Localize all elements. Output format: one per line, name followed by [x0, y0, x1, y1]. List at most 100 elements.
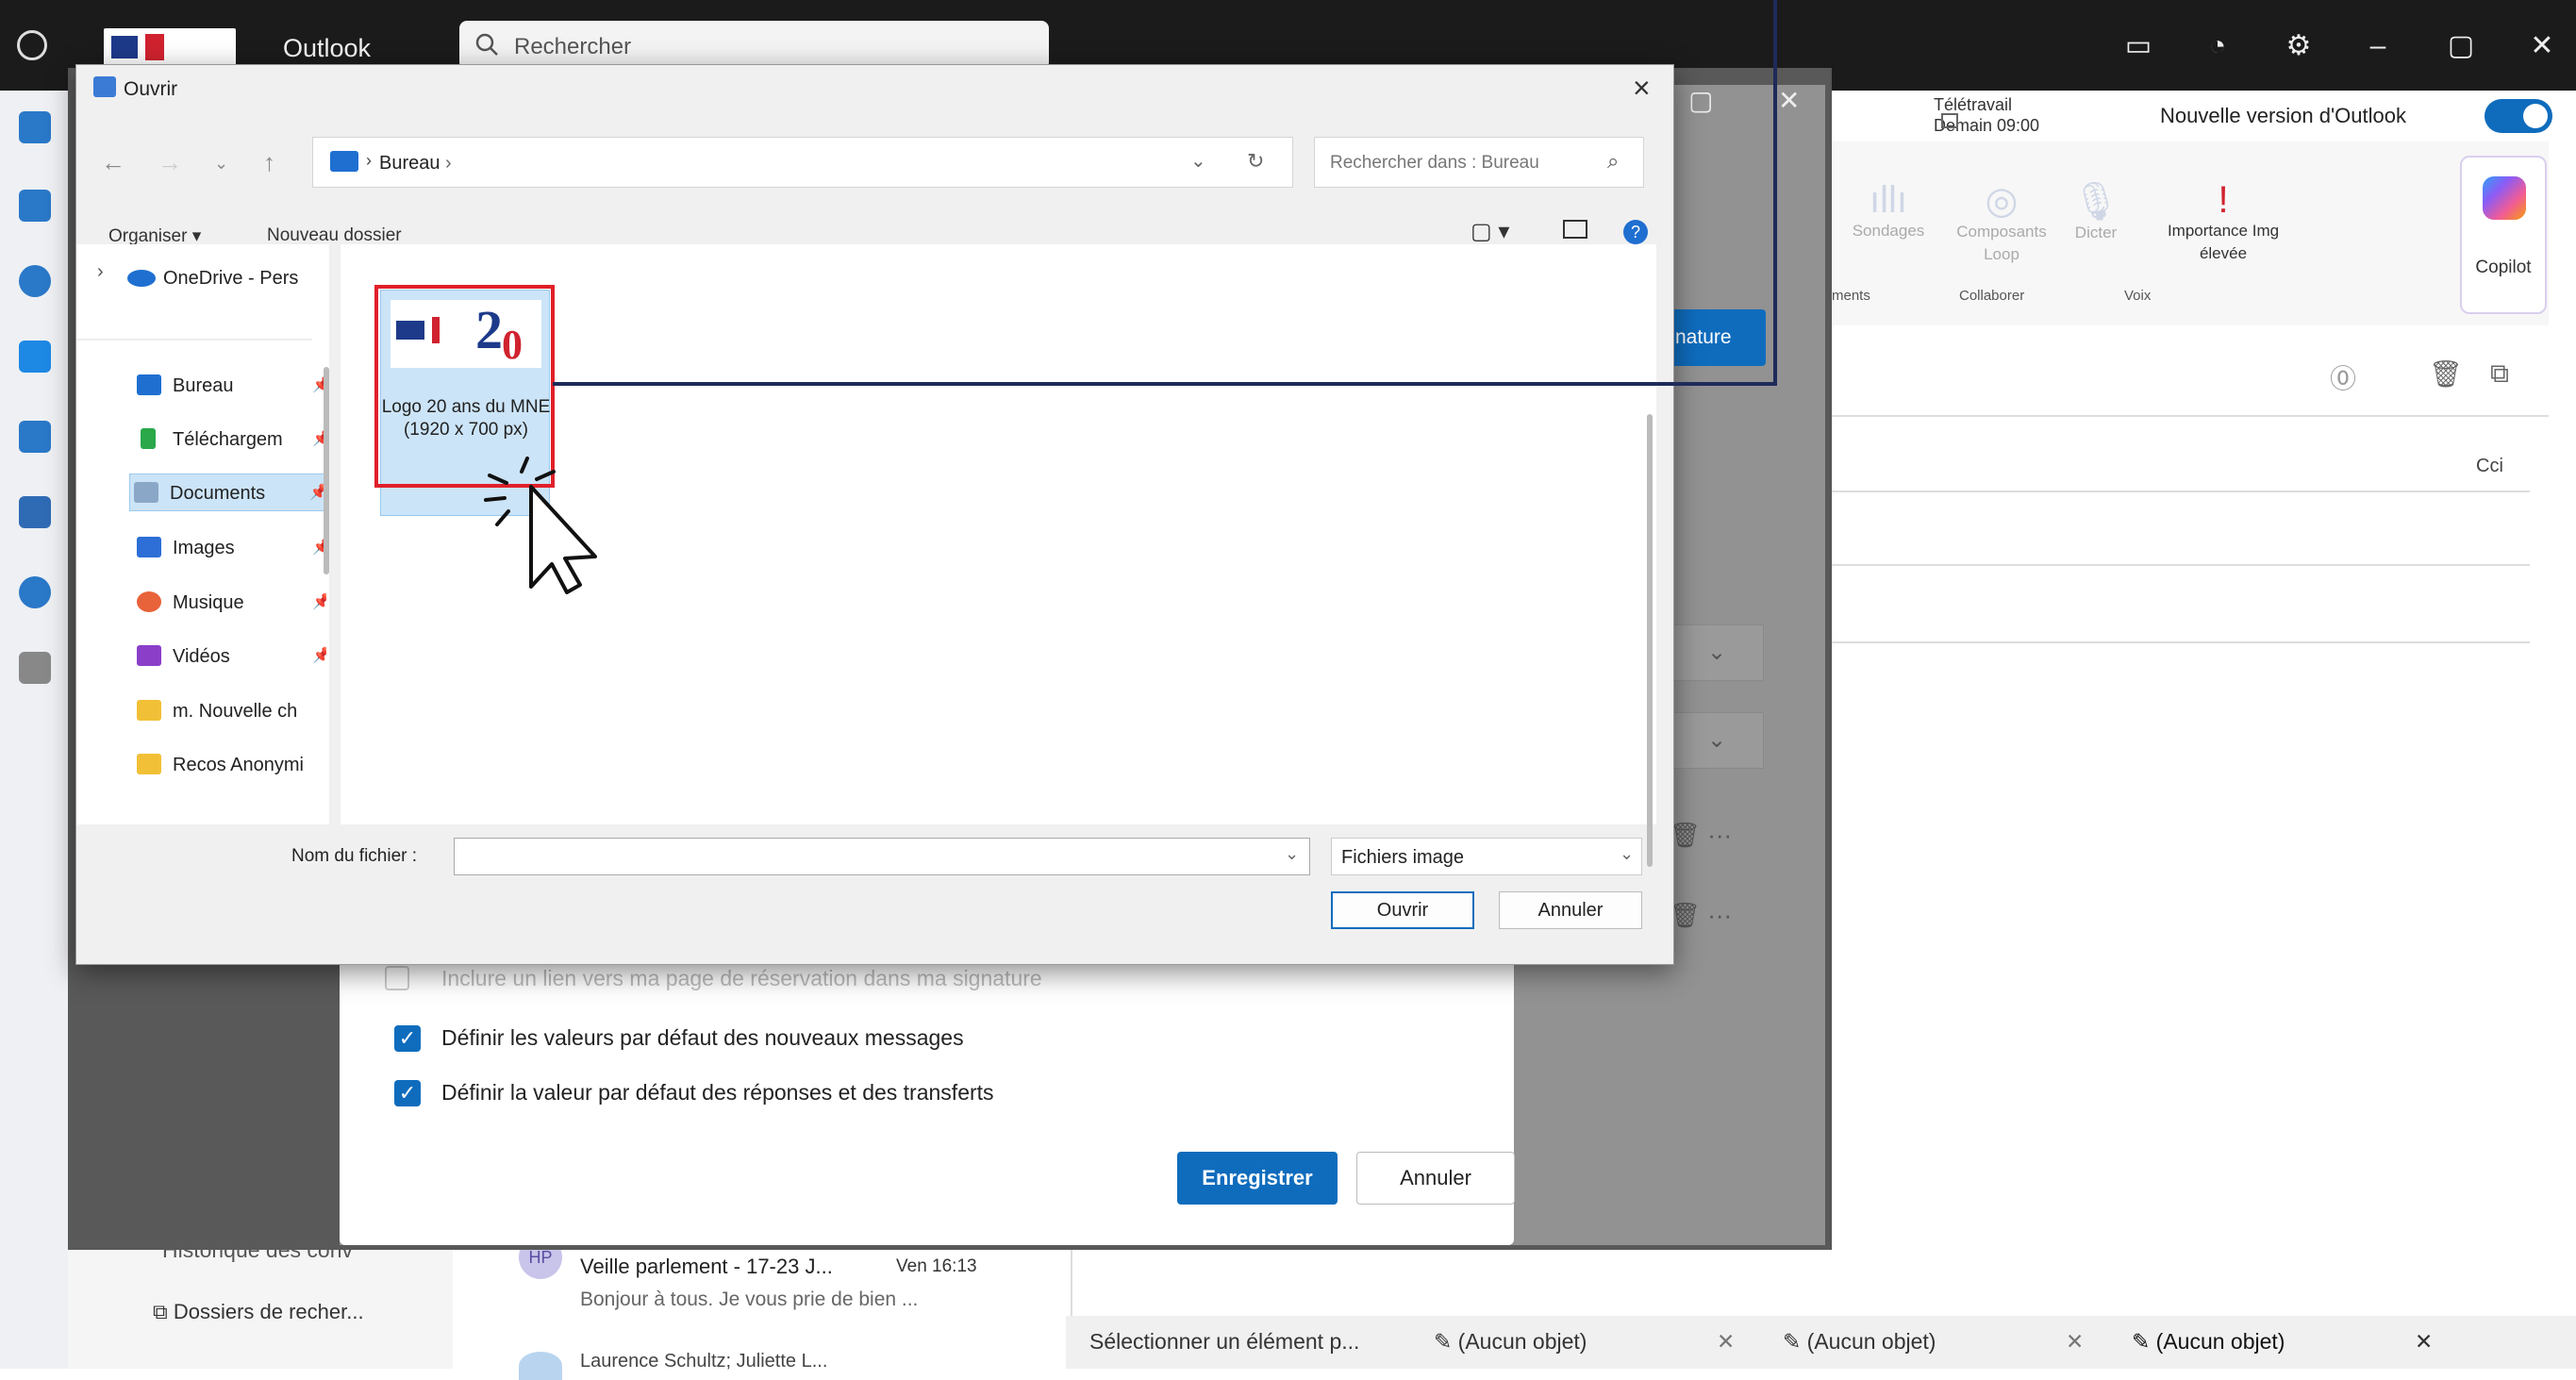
default-reply-checkbox[interactable]: ✓	[394, 1080, 421, 1106]
signature-more-icon[interactable]: 🗑 ···	[1670, 821, 1732, 850]
signature-more-icon[interactable]: 🗑 ···	[1670, 901, 1732, 930]
mail-date: Ven 16:13	[896, 1256, 977, 1276]
close-icon[interactable]: ✕	[2066, 1329, 2084, 1355]
people-icon[interactable]	[19, 265, 51, 297]
polls-button[interactable]: ıllı Sondages	[1832, 179, 1945, 241]
word-icon[interactable]	[19, 421, 51, 453]
search-icon: ⌕	[1607, 149, 1620, 173]
video-icon	[137, 645, 161, 666]
dialog-app-icon	[93, 76, 116, 97]
back-icon[interactable]: ←	[101, 148, 125, 177]
nav-folder[interactable]: m. Nouvelle ch	[133, 692, 326, 730]
up-icon[interactable]: ↑	[263, 148, 275, 177]
profile-icon[interactable]	[17, 30, 47, 60]
dialog-search-placeholder: Rechercher dans : Bureau	[1330, 153, 1539, 173]
copilot-button[interactable]: Copilot	[2460, 156, 2547, 314]
pin-icon: 📌	[312, 594, 326, 610]
divider	[1832, 415, 2549, 417]
calendar-icon[interactable]	[19, 190, 51, 222]
close-icon[interactable]: ✕	[2524, 28, 2560, 64]
save-button[interactable]: Enregistrer	[1177, 1152, 1338, 1205]
nav-downloads[interactable]: Téléchargem 📌	[133, 421, 326, 458]
draft-tab[interactable]: Sélectionner un élément p...	[1089, 1329, 1359, 1355]
search-input[interactable]: Rechercher	[459, 21, 1049, 70]
cancel-button[interactable]: Annuler	[1499, 891, 1642, 929]
divider	[1832, 564, 2530, 566]
trash-icon[interactable]: 🗑	[2429, 358, 2463, 390]
dictate-button[interactable]: 🎙 Dicter	[2058, 179, 2134, 242]
draft-tabs-bar: Sélectionner un élément p... ✎ (Aucun ob…	[1066, 1316, 2576, 1369]
nav-images[interactable]: Images 📌	[133, 529, 326, 567]
view-options-icon[interactable]: ▢ ▾	[1471, 218, 1509, 245]
cci-link[interactable]: Cci	[2476, 456, 2503, 477]
download-icon	[141, 428, 156, 449]
callout-line	[553, 382, 1777, 386]
expand-icon[interactable]: ›	[97, 261, 104, 283]
ribbon-group-label: ments	[1832, 288, 1870, 304]
copilot-icon	[2483, 176, 2526, 220]
signature-select[interactable]: ⌄	[1670, 624, 1764, 681]
todo-icon[interactable]	[19, 341, 51, 373]
close-icon[interactable]: ✕	[1717, 1329, 1735, 1355]
new-signature-button[interactable]: nature	[1660, 309, 1766, 366]
nav-videos[interactable]: Vidéos 📌	[133, 638, 326, 675]
nav-music[interactable]: Musique 📌	[133, 584, 326, 622]
preview-pane-icon[interactable]	[1563, 220, 1587, 239]
chevron-right-icon: ›	[366, 151, 372, 170]
default-new-label: Définir les valeurs par défaut des nouve…	[441, 1025, 964, 1050]
chevron-down-icon[interactable]: ⌄	[1285, 844, 1299, 864]
apps-icon[interactable]	[19, 652, 51, 684]
draft-tab-active[interactable]: ✎ (Aucun objet)	[2132, 1329, 2285, 1355]
meet-now-icon[interactable]: ▭	[2120, 28, 2156, 64]
onedrive-icon[interactable]	[19, 576, 51, 608]
ribbon: ıllı Sondages ◎ Composants Loop 🎙 Dicter ! Im…	[1832, 141, 2549, 325]
dialog-search-input[interactable]: Rechercher dans : Bureau ⌕	[1314, 137, 1644, 188]
mail-sender[interactable]: Veille parlement - 17-23 J...	[580, 1255, 833, 1279]
draft-tab[interactable]: ✎ (Aucun objet)	[1434, 1329, 1587, 1355]
filename-label: Nom du fichier :	[291, 846, 418, 866]
nav-documents[interactable]: Documents 📌	[129, 474, 329, 511]
scrollbar[interactable]	[1647, 414, 1653, 867]
help-icon[interactable]: ⓪	[2330, 358, 2356, 396]
new-outlook-toggle[interactable]	[2485, 99, 2552, 133]
folder-search-folders[interactable]: ⧉ Dossiers de recher...	[153, 1300, 364, 1324]
maximize-icon[interactable]: ▢	[2443, 28, 2479, 64]
refresh-icon[interactable]: ↻	[1247, 149, 1264, 174]
filename-input[interactable]: ⌄	[454, 838, 1310, 875]
new-folder-button[interactable]: Nouveau dossier	[267, 225, 402, 246]
default-new-checkbox[interactable]: ✓	[394, 1025, 421, 1052]
divider	[1830, 68, 1832, 1250]
org-icon[interactable]	[19, 496, 51, 528]
importance-high-button[interactable]: ! Importance Img élevée	[2143, 179, 2303, 263]
signature-select[interactable]: ⌄	[1670, 712, 1764, 769]
filetype-select[interactable]: Fichiers image ⌄	[1331, 838, 1642, 875]
pencil-icon: ✎	[2132, 1329, 2156, 1354]
desktop-icon	[137, 374, 161, 395]
draft-tab[interactable]: ✎ (Aucun objet)	[1783, 1329, 1936, 1355]
loop-button[interactable]: ◎ Composants Loop	[1945, 179, 2058, 264]
settings-maximize-icon[interactable]: ▢	[1688, 85, 1713, 116]
forward-icon[interactable]: →	[158, 148, 182, 177]
popout-icon[interactable]: ⧉	[2490, 358, 2509, 390]
chevron-down-icon[interactable]: ⌄	[1190, 149, 1206, 173]
minimize-icon[interactable]: –	[2360, 28, 2396, 64]
mail-icon[interactable]	[19, 111, 51, 143]
help-icon[interactable]: ?	[1623, 220, 1648, 244]
ribbon-group-collaborate: Collaborer	[1959, 288, 2025, 304]
cancel-settings-button[interactable]: Annuler	[1356, 1152, 1515, 1205]
chevron-right-icon: ›	[440, 153, 452, 174]
nav-folder[interactable]: Recos Anonymi	[133, 746, 326, 784]
nav-bureau[interactable]: Bureau 📌	[133, 367, 326, 405]
close-icon[interactable]: ✕	[2415, 1329, 2433, 1355]
open-button[interactable]: Ouvrir	[1331, 891, 1474, 929]
nav-onedrive[interactable]: OneDrive - Pers	[124, 259, 317, 297]
mail-sender[interactable]: Laurence Schultz; Juliette L...	[580, 1351, 827, 1372]
booking-link-checkbox[interactable]	[385, 966, 409, 990]
address-bar[interactable]: › Bureau › ⌄ ↻	[312, 137, 1293, 188]
scrollbar[interactable]	[324, 367, 329, 574]
settings-close-icon[interactable]: ✕	[1778, 85, 1800, 116]
gear-icon[interactable]: ⚙	[2281, 28, 2317, 64]
bell-icon[interactable]: ◔	[2200, 28, 2235, 64]
close-icon[interactable]: ×	[1633, 71, 1651, 106]
recent-locations-icon[interactable]: ⌄	[214, 154, 228, 174]
